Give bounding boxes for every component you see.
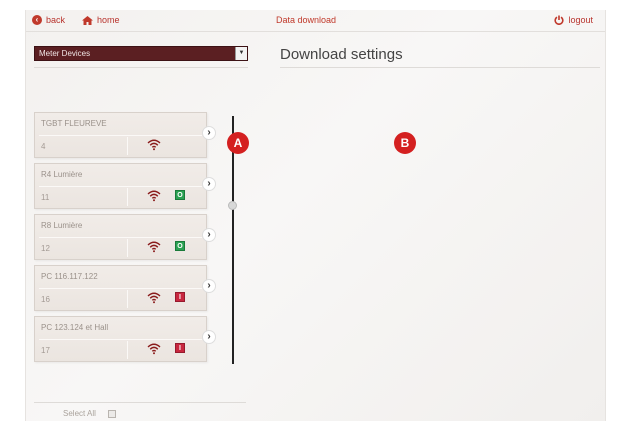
home-label: home <box>97 15 120 25</box>
expand-device-button[interactable]: › <box>202 228 216 242</box>
device-id: 4 <box>41 142 46 151</box>
device-card[interactable]: PC 116.117.122 16 I <box>34 265 207 311</box>
select-all-row[interactable]: Select All <box>63 409 116 418</box>
device-id: 17 <box>41 346 50 355</box>
divider <box>280 67 600 68</box>
status-off-badge[interactable]: I <box>175 343 185 353</box>
device-card[interactable]: R4 Lumière 11 O <box>34 163 207 209</box>
download-settings-title: Download settings <box>280 46 403 63</box>
wifi-icon <box>147 241 161 253</box>
device-name: R8 Lumière <box>41 221 83 230</box>
marker-a: A <box>227 132 249 154</box>
divider <box>127 137 128 155</box>
device-id: 16 <box>41 295 50 304</box>
back-arrow-icon: ‹ <box>32 15 42 25</box>
logout-button[interactable]: logout <box>554 15 593 25</box>
device-card[interactable]: TGBT FLEUREVE 4 <box>34 112 207 158</box>
divider <box>39 339 202 340</box>
device-id: 12 <box>41 244 50 253</box>
expand-device-button[interactable]: › <box>202 279 216 293</box>
top-bar: ‹ back home Data download logout <box>26 10 605 32</box>
device-name: TGBT FLEUREVE <box>41 119 107 128</box>
status-off-badge[interactable]: I <box>175 292 185 302</box>
logout-label: logout <box>568 15 593 25</box>
divider <box>127 239 128 257</box>
wifi-icon <box>147 190 161 202</box>
wifi-icon <box>147 343 161 355</box>
expand-device-button[interactable]: › <box>202 330 216 344</box>
wifi-icon <box>147 139 161 151</box>
app-frame: ‹ back home Data download logout Meter D… <box>25 10 606 421</box>
divider <box>34 67 248 68</box>
home-icon <box>82 15 93 25</box>
marker-b: B <box>394 132 416 154</box>
status-on-badge[interactable]: O <box>175 241 185 251</box>
divider <box>39 237 202 238</box>
divider <box>127 341 128 359</box>
device-type-value: Meter Devices <box>39 49 91 58</box>
device-name: R4 Lumière <box>41 170 83 179</box>
select-all-label: Select All <box>63 409 96 418</box>
wifi-icon <box>147 292 161 304</box>
device-card[interactable]: PC 123.124 et Hall 17 I <box>34 316 207 362</box>
expand-device-button[interactable]: › <box>202 126 216 140</box>
device-type-select[interactable]: Meter Devices ▼ <box>34 46 248 61</box>
divider <box>127 188 128 206</box>
status-on-badge[interactable]: O <box>175 190 185 200</box>
back-button[interactable]: ‹ back <box>32 15 65 25</box>
divider <box>34 402 246 403</box>
dropdown-arrow-icon[interactable]: ▼ <box>235 47 247 60</box>
device-name: PC 116.117.122 <box>41 272 98 281</box>
divider <box>39 288 202 289</box>
device-name: PC 123.124 et Hall <box>41 323 109 332</box>
divider <box>127 290 128 308</box>
home-button[interactable]: home <box>82 15 120 25</box>
scroll-handle[interactable] <box>228 201 237 210</box>
page-title: Data download <box>276 15 337 25</box>
device-id: 11 <box>41 193 50 202</box>
back-label: back <box>46 15 66 25</box>
expand-device-button[interactable]: › <box>202 177 216 191</box>
divider <box>39 186 202 187</box>
power-icon <box>554 15 565 25</box>
divider <box>39 135 202 136</box>
select-all-checkbox[interactable] <box>107 409 116 418</box>
device-card[interactable]: R8 Lumière 12 O <box>34 214 207 260</box>
